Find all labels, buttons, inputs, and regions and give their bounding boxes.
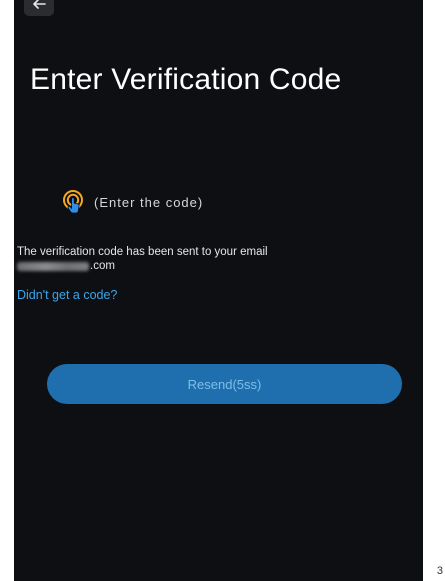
no-code-link[interactable]: Didn't get a code? — [17, 288, 117, 302]
back-button[interactable] — [24, 0, 54, 16]
enter-code-hint: (Enter the code) — [62, 190, 203, 214]
sent-message: The verification code has been sent to y… — [17, 246, 268, 258]
resend-button[interactable]: Resend(5ss) — [47, 364, 402, 404]
hint-text: (Enter the code) — [94, 194, 204, 210]
email-address: .com — [17, 260, 115, 272]
page-number: 3 — [436, 565, 443, 577]
page-title: Enter Verification Code — [30, 63, 342, 96]
back-arrow-icon — [33, 0, 46, 9]
manual-page: Enter Verification Code (Enter the code)… — [0, 0, 445, 581]
email-suffix: .com — [90, 260, 115, 272]
touch-icon — [63, 190, 83, 214]
phone-screen: Enter Verification Code (Enter the code)… — [14, 0, 423, 581]
redacted-email — [17, 261, 89, 271]
